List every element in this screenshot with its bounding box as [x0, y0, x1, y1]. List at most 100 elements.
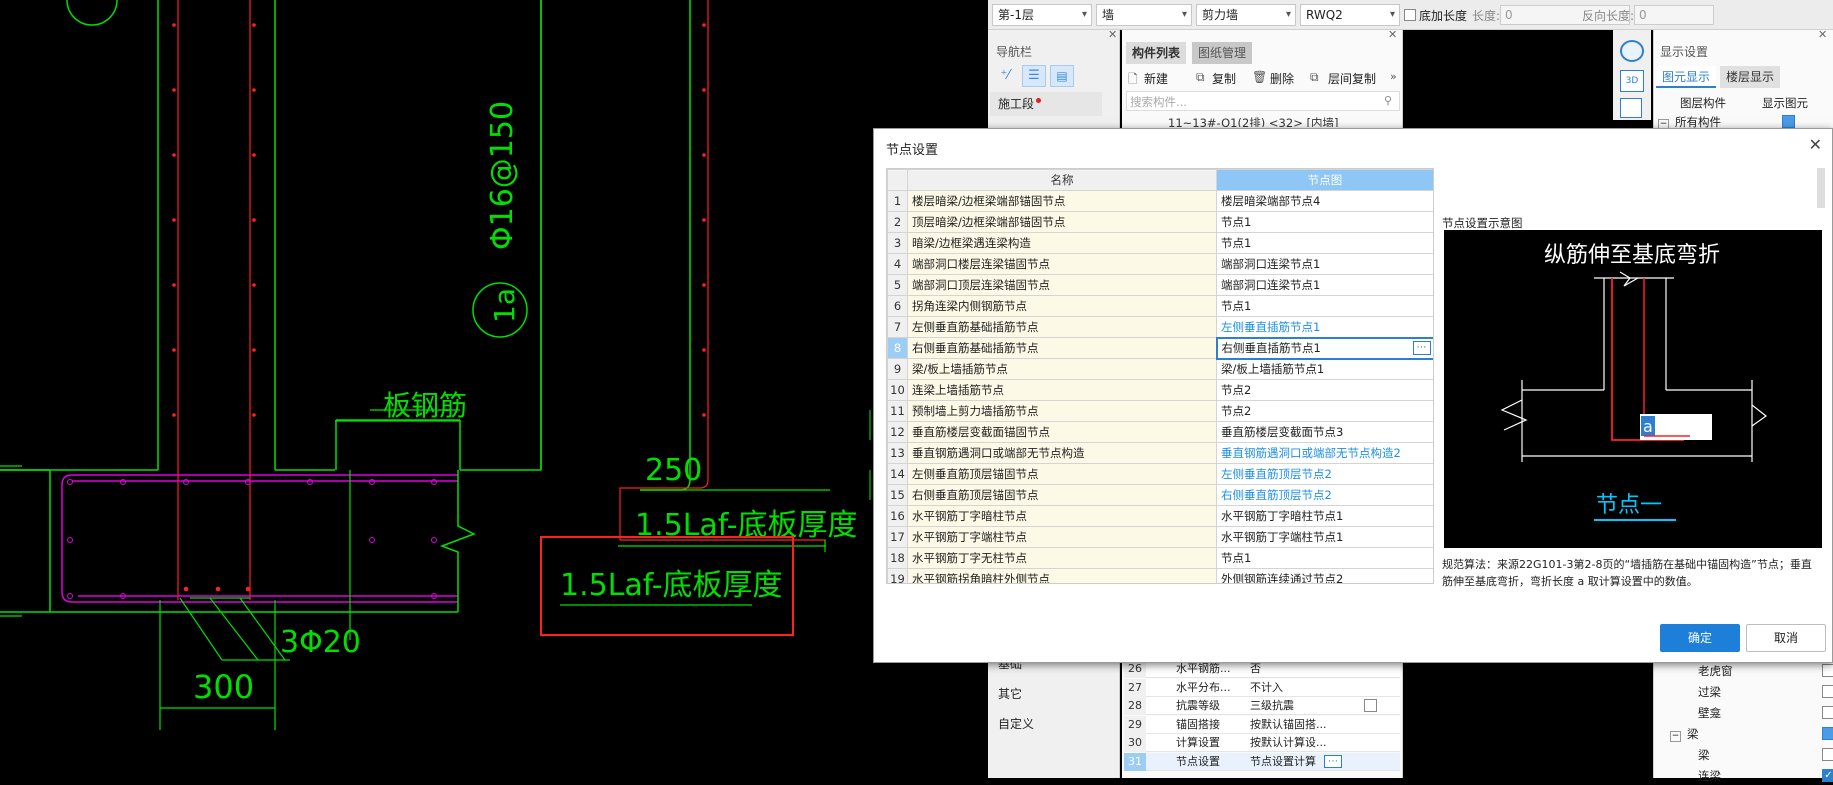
property-row[interactable]: 28 抗震等级 三级抗震: [1124, 697, 1400, 715]
nav-item-construction-section[interactable]: 施工段: [990, 92, 1102, 116]
row-node-value[interactable]: 端部洞口连梁节点1: [1216, 253, 1433, 275]
diagram-scrollbar[interactable]: [1817, 168, 1825, 208]
row-node-value[interactable]: 梁/板上墙插筋节点1: [1216, 358, 1433, 380]
row-node-value[interactable]: 节点1: [1216, 211, 1433, 233]
cancel-button[interactable]: 取消: [1746, 624, 1826, 652]
node-table-row[interactable]: 19 水平钢筋拐角暗柱外侧节点 外侧钢筋连续通过节点2: [887, 568, 1433, 583]
row-node-value[interactable]: 水平钢筋丁字暗柱节点1: [1216, 505, 1433, 527]
display-checkbox[interactable]: [1822, 706, 1833, 719]
collapse-icon[interactable]: −: [1670, 731, 1681, 742]
node-table-row[interactable]: 12 垂直筋楼层变截面锚固节点 垂直筋楼层变截面节点3: [887, 421, 1433, 443]
property-row-value[interactable]: 不计入: [1250, 679, 1342, 697]
nav-close-icon[interactable]: ✕: [1108, 28, 1117, 41]
node-table-row[interactable]: 5 端部洞口顶层连梁锚固节点 端部洞口连梁节点1: [887, 274, 1433, 296]
copy-button[interactable]: 复制: [1212, 70, 1236, 87]
row-node-value[interactable]: 节点2: [1216, 400, 1433, 422]
display-checkbox[interactable]: [1822, 685, 1833, 698]
ok-button[interactable]: 确定: [1660, 624, 1740, 652]
property-checkbox[interactable]: [1364, 699, 1377, 712]
display-row[interactable]: 老虎窗: [1698, 662, 1833, 680]
display-row[interactable]: 梁: [1698, 746, 1833, 764]
property-row-value[interactable]: 按默认锚固搭...: [1250, 716, 1342, 734]
node-table-row[interactable]: 13 垂直钢筋遇洞口或端部无节点构造 垂直钢筋遇洞口或端部无节点构造2: [887, 442, 1433, 464]
tab-component-list[interactable]: 构件列表: [1126, 42, 1187, 64]
node-table-container[interactable]: 名称 节点图 1 楼层暗梁/边框梁端部锚固节点 楼层暗梁端部节点4 2 顶层暗梁/边框梁…: [886, 168, 1434, 584]
nav-list-view-icon[interactable]: ☰: [1022, 65, 1046, 87]
node-table-row[interactable]: 10 连梁上墙插筋节点 节点2: [887, 379, 1433, 401]
view-3d-icon[interactable]: 3D: [1620, 70, 1644, 92]
ellipsis-icon[interactable]: ⋯: [1412, 340, 1431, 355]
cad-column-lines: [0, 0, 691, 613]
component-panel-close-icon[interactable]: ✕: [1388, 28, 1397, 41]
dialog-close-icon[interactable]: ✕: [1809, 135, 1822, 154]
row-node-value[interactable]: 节点1: [1216, 547, 1433, 569]
tab-drawing-management[interactable]: 图纸管理: [1192, 42, 1253, 64]
new-button[interactable]: 新建: [1144, 70, 1168, 87]
reverse-length-input[interactable]: 0: [1634, 5, 1714, 25]
node-table-row[interactable]: 7 左侧垂直筋基础插筋节点 左侧垂直插筋节点1: [887, 316, 1433, 338]
property-row[interactable]: 27 水平分布... 不计入: [1124, 678, 1400, 697]
nav-pin-icon[interactable]: ⁺⁄: [996, 67, 1014, 85]
component-list-item[interactable]: 11~13#-Q1(2排) <32> [内墙]: [1168, 115, 1398, 127]
node-table-row[interactable]: 1 楼层暗梁/边框梁端部锚固节点 楼层暗梁端部节点4: [887, 190, 1433, 212]
row-node-value[interactable]: 节点1: [1216, 295, 1433, 317]
row-node-value[interactable]: 右侧垂直筋顶层节点2: [1216, 484, 1433, 506]
row-node-value[interactable]: 垂直钢筋遇洞口或端部无节点构造2: [1216, 442, 1433, 464]
display-checkbox[interactable]: [1782, 115, 1795, 128]
display-row[interactable]: 连梁 ✓: [1698, 767, 1833, 785]
floor-copy-button[interactable]: 层间复制: [1328, 70, 1376, 87]
node-table-row[interactable]: 18 水平钢筋丁字无柱节点 节点1: [887, 547, 1433, 569]
node-table-row[interactable]: 4 端部洞口楼层连梁锚固节点 端部洞口连梁节点1: [887, 253, 1433, 275]
property-row-number: 27: [1124, 678, 1146, 697]
node-table-row[interactable]: 8 右侧垂直筋基础插筋节点 右侧垂直插筋节点1 ⋯: [887, 336, 1433, 360]
display-row[interactable]: − 梁: [1670, 725, 1833, 743]
display-close-icon[interactable]: ✕: [1818, 28, 1827, 41]
nav-detail-view-icon[interactable]: ▤: [1050, 65, 1074, 87]
node-table-row[interactable]: 2 顶层暗梁/边框梁端部锚固节点 节点1: [887, 211, 1433, 233]
nav-item-other[interactable]: 其它: [990, 682, 1102, 706]
row-node-value[interactable]: 节点1: [1216, 232, 1433, 254]
subtype-select[interactable]: 剪力墙: [1196, 4, 1296, 26]
row-node-value[interactable]: 外侧钢筋连续通过节点2: [1216, 568, 1433, 583]
property-row[interactable]: 30 计算设置 按默认计算设...: [1124, 734, 1400, 752]
node-table-row[interactable]: 6 拐角连梁内侧钢筋节点 节点1: [887, 295, 1433, 317]
display-row[interactable]: 过梁: [1698, 683, 1833, 701]
more-chevron-icon[interactable]: »: [1390, 70, 1397, 83]
type-select[interactable]: 墙: [1096, 4, 1192, 26]
node-table-row[interactable]: 9 梁/板上墙插筋节点 梁/板上墙插筋节点1: [887, 358, 1433, 380]
component-select[interactable]: RWQ2: [1300, 4, 1400, 26]
row-node-value[interactable]: 左侧垂直筋顶层节点2: [1216, 463, 1433, 485]
row-node-value[interactable]: 水平钢筋丁字端柱节点1: [1216, 526, 1433, 548]
display-checkbox[interactable]: ✓: [1822, 769, 1833, 782]
tab-element-display[interactable]: 图元显示: [1656, 66, 1717, 88]
property-row-value[interactable]: 按默认计算设...: [1250, 734, 1342, 752]
node-table-row[interactable]: 15 右侧垂直筋顶层锚固节点 右侧垂直筋顶层节点2: [887, 484, 1433, 506]
node-table-row[interactable]: 16 水平钢筋丁字暗柱节点 水平钢筋丁字暗柱节点1: [887, 505, 1433, 527]
display-row[interactable]: 壁龛: [1698, 704, 1833, 722]
view-cube-icon[interactable]: [1620, 98, 1642, 118]
node-table-row[interactable]: 17 水平钢筋丁字端柱节点 水平钢筋丁字端柱节点1: [887, 526, 1433, 548]
row-node-value[interactable]: 右侧垂直插筋节点1 ⋯: [1215, 336, 1433, 360]
node-table-row[interactable]: 3 暗梁/边框梁遇连梁构造 节点1: [887, 232, 1433, 254]
floor-select[interactable]: 第-1层: [992, 4, 1092, 26]
view-orbit-icon[interactable]: [1620, 40, 1644, 62]
row-node-value[interactable]: 楼层暗梁端部节点4: [1216, 190, 1433, 212]
delete-button[interactable]: 删除: [1270, 70, 1294, 87]
tab-floor-display[interactable]: 楼层显示: [1720, 66, 1781, 88]
display-checkbox[interactable]: [1822, 748, 1833, 761]
ellipsis-icon[interactable]: ⋯: [1324, 754, 1342, 768]
display-checkbox[interactable]: [1822, 664, 1833, 677]
node-table-row[interactable]: 11 预制墙上剪力墙插筋节点 节点2: [887, 400, 1433, 422]
add-length-checkbox[interactable]: [1404, 9, 1416, 21]
property-row[interactable]: 29 锚固搭接 按默认锚固搭...: [1124, 715, 1400, 734]
row-node-value[interactable]: 端部洞口连梁节点1: [1216, 274, 1433, 296]
row-node-value[interactable]: 垂直筋楼层变截面节点3: [1216, 421, 1433, 443]
nav-item-custom[interactable]: 自定义: [990, 712, 1102, 736]
node-table-row[interactable]: 14 左侧垂直筋顶层锚固节点 左侧垂直筋顶层节点2: [887, 463, 1433, 485]
display-checkbox[interactable]: [1822, 727, 1833, 740]
display-row-label: 所有构件: [1675, 115, 1721, 129]
row-node-value[interactable]: 节点2: [1216, 379, 1433, 401]
property-row[interactable]: 31 节点设置 节点设置计算 ⋯: [1124, 752, 1400, 771]
row-node-value[interactable]: 左侧垂直插筋节点1: [1216, 316, 1433, 338]
property-row-value[interactable]: 三级抗震: [1250, 697, 1342, 715]
